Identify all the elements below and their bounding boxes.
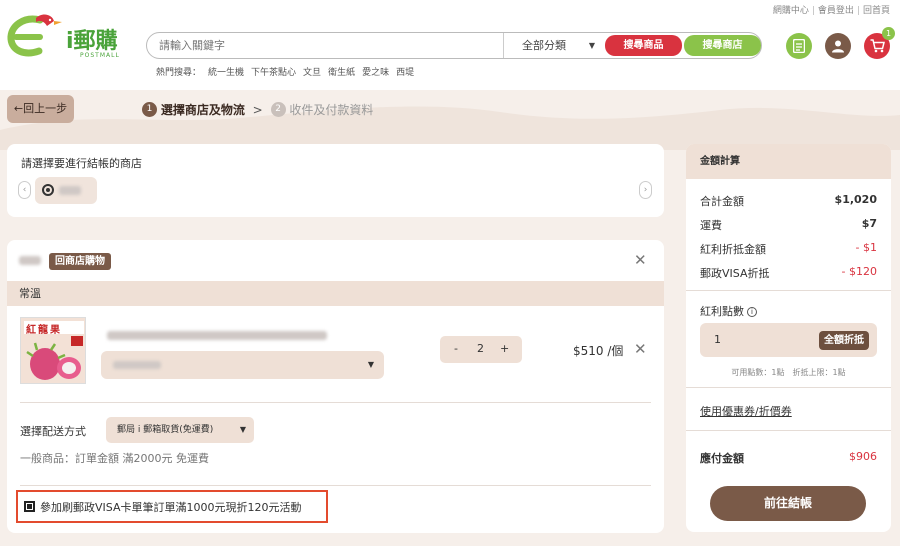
amount-due-row: 應付金額 $906 — [700, 450, 877, 466]
user-icon[interactable] — [825, 33, 851, 59]
summary-row-value: $1,020 — [834, 193, 877, 206]
search-bar: 全部分類 ▼ 搜尋商品 搜尋商店 — [146, 32, 762, 59]
link-logout[interactable]: 會員登出 — [818, 6, 854, 16]
points-title-text: 紅利點數 — [700, 305, 744, 318]
hot-search-item[interactable]: 西堤 — [396, 68, 414, 78]
step-label-inactive: 收件及付款資料 — [289, 103, 374, 117]
info-icon[interactable]: i — [747, 307, 757, 317]
step-number: 1 — [142, 102, 157, 117]
summary-row-points-discount: 紅利折抵金額 - $1 — [700, 241, 877, 257]
hot-search-label: 熱門搜尋： — [156, 68, 202, 78]
site-header: 網購中心|會員登出|回首頁 i郵購 POSTMALL 全部分類 ▼ 搜尋商品 搜… — [0, 0, 900, 90]
quantity-value[interactable]: 2 — [477, 342, 484, 355]
back-button[interactable]: ←回上一步 — [7, 95, 74, 123]
shipping-label: 選擇配送方式 — [20, 425, 86, 438]
points-title: 紅利點數 i — [700, 303, 757, 319]
use-all-points-button[interactable]: 全額折抵 — [819, 331, 869, 350]
shipping-method-value: 郵局 i 郵箱取貨(免運費) — [117, 425, 214, 435]
search-input[interactable] — [159, 39, 489, 52]
step-label-active: 選擇商店及物流 — [160, 103, 245, 117]
search-stores-button[interactable]: 搜尋商店 — [684, 35, 761, 56]
step-number: 2 — [270, 102, 286, 117]
unit-price: $510 /個 — [573, 344, 624, 358]
hot-search-item[interactable]: 下午茶點心 — [251, 68, 296, 78]
points-input[interactable]: 1 全額折抵 — [700, 323, 877, 357]
summary-row-label: 運費 — [700, 219, 722, 232]
decorative-mountains — [0, 106, 900, 150]
hot-search-item[interactable]: 愛之味 — [362, 68, 389, 78]
store-name-redacted — [19, 256, 41, 265]
summary-row-shipping: 運費 $7 — [700, 217, 877, 233]
logo-text: i郵購 — [66, 29, 118, 54]
summary-row-subtotal: 合計金額 $1,020 — [700, 193, 877, 209]
product-image[interactable]: 紅龍果 — [20, 317, 86, 384]
link-home[interactable]: 回首頁 — [863, 6, 890, 16]
hot-search-item[interactable]: 文旦 — [303, 68, 321, 78]
summary-row-label: 郵政VISA折抵 — [700, 267, 770, 280]
points-value[interactable]: 1 — [714, 333, 721, 346]
close-icon[interactable]: ✕ — [634, 251, 647, 269]
category-select-value: 全部分類 — [522, 39, 566, 52]
quantity-stepper: - 2 + — [440, 336, 522, 363]
caret-down-icon: ▼ — [367, 360, 374, 369]
caret-down-icon: ▼ — [239, 425, 246, 434]
decrease-qty-button[interactable]: - — [454, 342, 458, 355]
cart-count-badge: 1 — [882, 27, 895, 40]
radio-selected-icon[interactable] — [42, 184, 54, 196]
list-icon[interactable] — [786, 33, 812, 59]
chevron-right-icon[interactable]: › — [639, 181, 652, 199]
product-name-redacted — [107, 331, 327, 340]
shipping-method-select[interactable]: 郵局 i 郵箱取貨(免運費) ▼ — [106, 417, 254, 443]
store-cart-card: 回商店購物 ✕ 常溫 紅龍果 ▼ - 2 + $510 /個 ✕ 選擇配送方式 … — [7, 240, 664, 533]
promo-label[interactable]: 參加刷郵政VISA卡單筆訂單滿1000元現折120元活動 — [40, 499, 301, 515]
caret-down-icon: ▼ — [588, 41, 595, 50]
link-shopping-center[interactable]: 網購中心 — [773, 6, 809, 16]
hot-search: 熱門搜尋： 統一生機 下午茶點心 文旦 衛生紙 愛之味 西堤 — [156, 65, 421, 78]
order-summary-panel: 金額計算 合計金額 $1,020 運費 $7 紅利折抵金額 - $1 郵政VIS… — [686, 144, 891, 532]
divider — [686, 290, 891, 291]
divider — [686, 430, 891, 431]
store-name-redacted — [59, 186, 81, 195]
store-selection-title: 請選擇要進行結帳的商店 — [21, 157, 142, 170]
amount-due-label: 應付金額 — [700, 452, 744, 465]
category-select[interactable]: 全部分類 ▼ — [503, 33, 603, 58]
store-option[interactable] — [35, 177, 97, 204]
divider — [20, 402, 651, 403]
increase-qty-button[interactable]: + — [500, 342, 509, 355]
summary-row-label: 合計金額 — [700, 195, 744, 208]
hot-search-item[interactable]: 統一生機 — [208, 68, 244, 78]
store-selection-card: 請選擇要進行結帳的商店 ‹ › — [7, 144, 664, 217]
summary-row-value: - $1 — [855, 241, 877, 254]
visa-promo-option[interactable]: 參加刷郵政VISA卡單筆訂單滿1000元現折120元活動 — [16, 490, 328, 523]
chevron-left-icon[interactable]: ‹ — [18, 181, 31, 199]
summary-row-value: $7 — [861, 217, 877, 230]
divider — [20, 485, 651, 486]
summary-title: 金額計算 — [686, 144, 891, 179]
divider — [686, 387, 891, 388]
points-note: 可用點數：1點 折抵上限：1點 — [731, 368, 846, 377]
search-products-button[interactable]: 搜尋商品 — [605, 35, 682, 56]
checkout-steps: 1 選擇商店及物流 > 2 收件及付款資料 — [142, 101, 373, 118]
summary-row-value: - $120 — [841, 265, 877, 278]
promo-checkbox[interactable] — [24, 501, 35, 512]
coupon-link[interactable]: 使用優惠券/折價券 — [700, 403, 792, 419]
temperature-section-header: 常溫 — [7, 281, 664, 306]
product-option-select[interactable]: ▼ — [101, 351, 384, 379]
logo-subtext: POSTMALL — [80, 52, 120, 59]
amount-due-value: $906 — [849, 450, 877, 463]
checkout-button[interactable]: 前往結帳 — [710, 486, 866, 521]
shipping-note: 一般商品：訂單金額 滿2000元 免運費 — [20, 452, 209, 465]
remove-item-icon[interactable]: ✕ — [634, 340, 647, 358]
site-logo[interactable]: i郵購 POSTMALL — [6, 10, 136, 62]
product-option-redacted — [113, 361, 161, 369]
return-to-store-button[interactable]: 回商店購物 — [49, 253, 111, 270]
hot-search-item[interactable]: 衛生紙 — [328, 68, 355, 78]
product-image-label: 紅龍果 — [26, 325, 62, 336]
chevron-right-icon: > — [252, 102, 263, 117]
summary-row-label: 紅利折抵金額 — [700, 243, 766, 256]
top-links: 網購中心 | 會員登出 | 回首頁 — [772, 6, 890, 16]
summary-row-visa-discount: 郵政VISA折抵 - $120 — [700, 265, 877, 281]
